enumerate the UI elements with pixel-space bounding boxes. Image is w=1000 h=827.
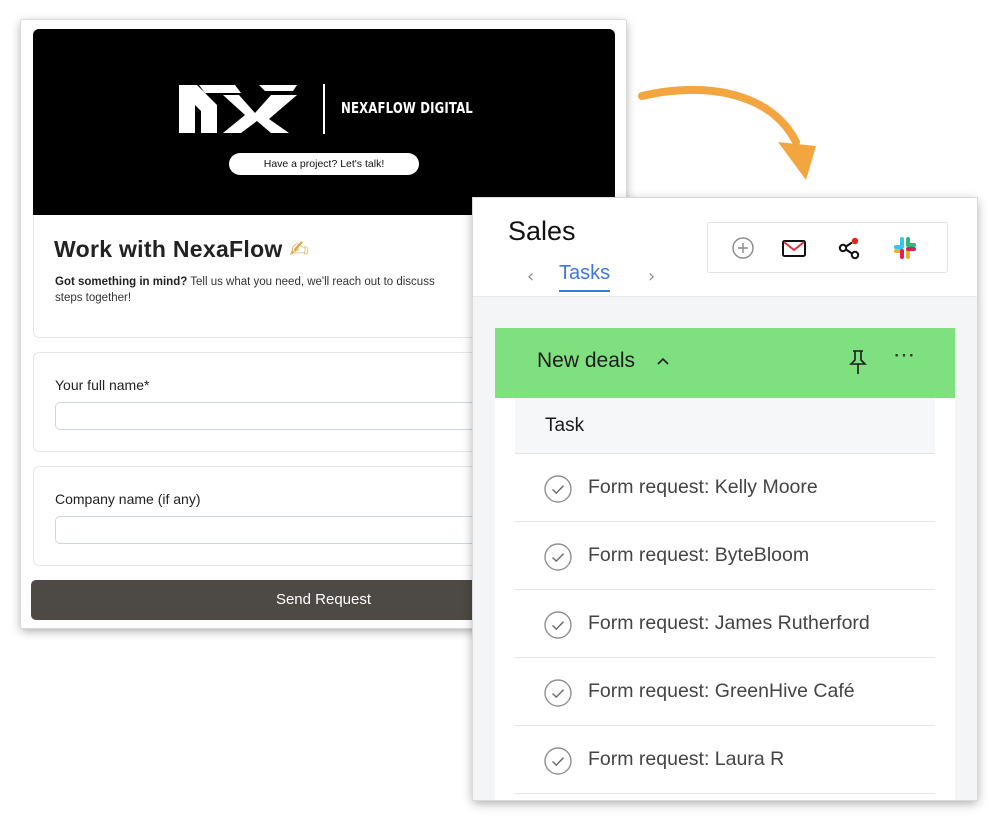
slack-icon[interactable] (890, 233, 920, 263)
form-description-bold: Got something in mind? (55, 276, 188, 288)
crm-body: New deals ⋯ Task Form request: Kelly Moo… (473, 297, 977, 800)
chevron-up-icon[interactable] (655, 353, 671, 369)
group-header-new-deals[interactable]: New deals ⋯ (495, 328, 955, 398)
task-row[interactable]: Form request: ByteBloom (515, 522, 935, 590)
crm-header: Sales ‹ Tasks › (473, 198, 977, 297)
module-title: Sales (508, 216, 576, 246)
task-row[interactable]: Form request: Laura R (515, 726, 935, 794)
check-circle-icon[interactable] (543, 746, 573, 776)
task-name[interactable]: Form request: Kelly Moore (588, 476, 818, 499)
check-circle-icon[interactable] (543, 610, 573, 640)
crm-panel: Sales ‹ Tasks › New deals ⋯ Task Form re… (473, 198, 977, 800)
group-title: New deals (537, 349, 636, 372)
column-header: Task (515, 398, 935, 454)
add-icon[interactable] (728, 233, 758, 263)
check-circle-icon[interactable] (543, 542, 573, 572)
chevron-left-icon[interactable]: ‹ (527, 266, 534, 287)
writing-hand-icon: ✍ (289, 237, 309, 263)
company-name-label: Company name (if any) (55, 491, 201, 507)
form-title: Work with NexaFlow ✍ (54, 236, 309, 263)
lets-talk-button[interactable]: Have a project? Let's talk! (229, 153, 419, 175)
task-name[interactable]: Form request: ByteBloom (588, 544, 809, 567)
form-description-text: Tell us what you need, we'll reach out t… (187, 276, 435, 288)
nexaflow-logo-icon (179, 85, 297, 133)
column-header-task: Task (545, 415, 585, 436)
full-name-label: Your full name* (55, 377, 150, 393)
task-name[interactable]: Form request: GreenHive Café (588, 680, 855, 703)
task-name[interactable]: Form request: Laura R (588, 748, 784, 771)
task-row[interactable]: Form request: James Rutherford (515, 590, 935, 658)
form-banner: NEXAFLOW DIGITAL Have a project? Let's t… (33, 29, 615, 215)
share-icon[interactable] (834, 233, 864, 263)
logo-divider (323, 84, 325, 134)
task-row[interactable]: Form request: GreenHive Café (515, 658, 935, 726)
task-name[interactable]: Form request: James Rutherford (588, 612, 870, 635)
chevron-right-icon[interactable]: › (648, 266, 655, 287)
form-description-text-2: steps together! (55, 292, 132, 304)
check-circle-icon[interactable] (543, 474, 573, 504)
action-toolbar (707, 222, 948, 273)
mail-icon[interactable] (779, 233, 809, 263)
pin-icon[interactable] (846, 348, 870, 376)
check-circle-icon[interactable] (543, 678, 573, 708)
tab-tasks[interactable]: Tasks (559, 262, 611, 292)
brand-name: NEXAFLOW DIGITAL (341, 99, 473, 117)
task-list: Task Form request: Kelly Moore Form requ… (495, 398, 955, 800)
more-icon[interactable]: ⋯ (893, 342, 916, 368)
task-row[interactable]: Form request: Kelly Moore (515, 454, 935, 522)
flow-arrow-icon (638, 85, 816, 180)
form-title-text: Work with NexaFlow (54, 236, 283, 262)
